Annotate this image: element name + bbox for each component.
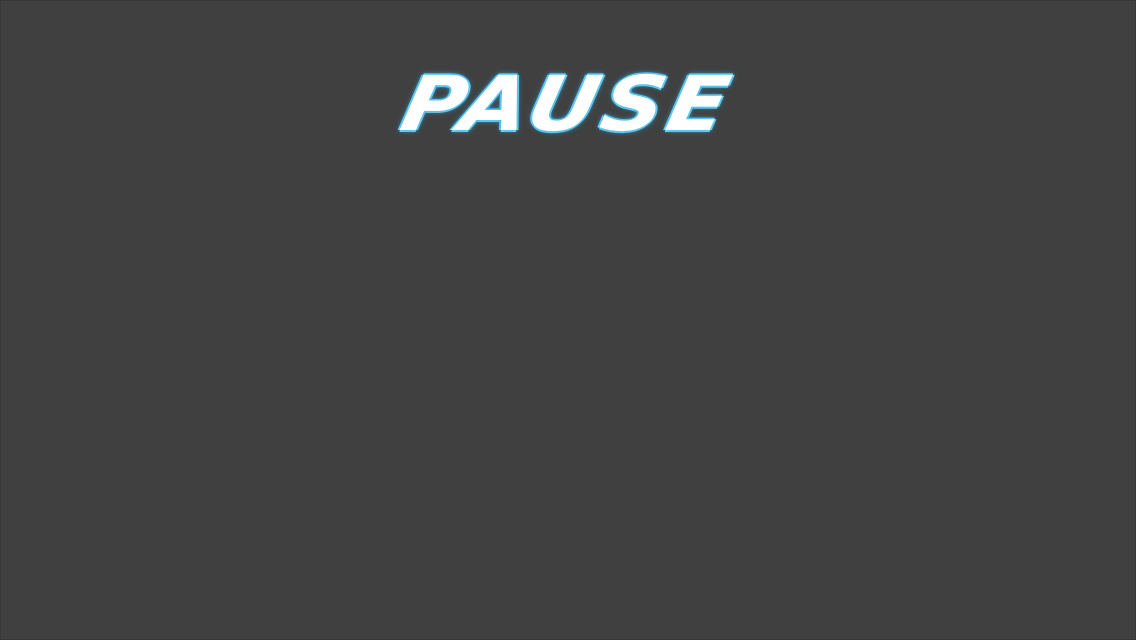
pause-screen: PAUSE xyxy=(0,0,1136,640)
pause-title: PAUSE xyxy=(393,60,741,149)
